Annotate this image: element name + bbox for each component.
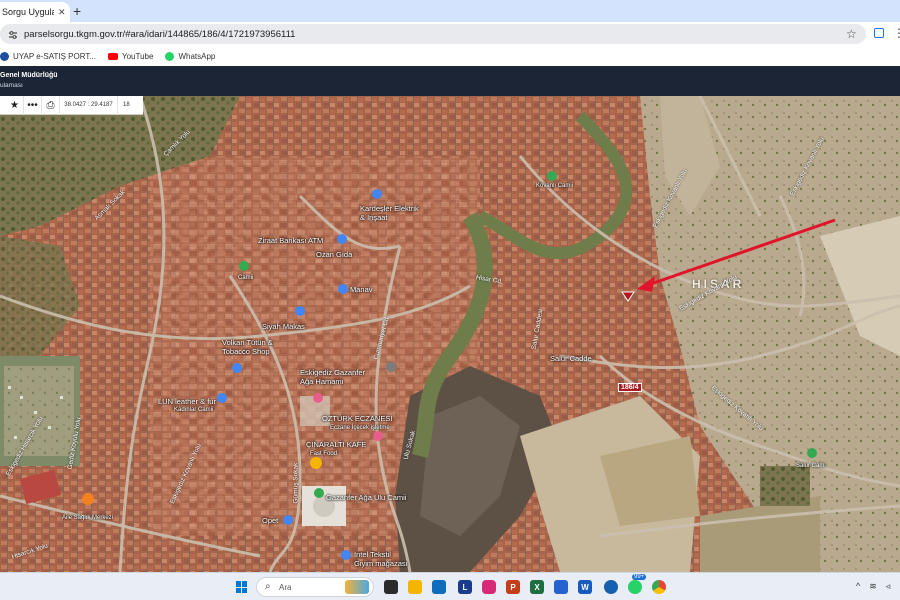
bookmark-label: WhatsApp bbox=[178, 51, 216, 61]
poi-salur-cami[interactable]: Salur Cami bbox=[796, 462, 826, 471]
coordinate-readout: 38.0427 : 29.4187 bbox=[60, 95, 118, 115]
youtube-icon bbox=[108, 52, 118, 60]
todo-icon[interactable] bbox=[554, 580, 568, 594]
poi-opet[interactable]: Opet bbox=[262, 516, 278, 525]
poi-kardesler[interactable]: Kardeşler Elektrik & Inşaat bbox=[360, 204, 419, 222]
powerpoint-icon[interactable]: P bbox=[506, 580, 520, 594]
close-icon[interactable]: ✕ bbox=[58, 7, 66, 18]
url-text: parselsorgu.tkgm.gov.tr/#ara/idari/14486… bbox=[24, 29, 296, 40]
excel-icon[interactable]: X bbox=[530, 580, 544, 594]
bookmark-label: YouTube bbox=[122, 51, 154, 61]
file-explorer-icon[interactable] bbox=[408, 580, 422, 594]
poi-eczane-sub: Eczane İçecek işletme bbox=[330, 425, 390, 431]
zoom-level: 18 bbox=[123, 102, 130, 108]
bookmark-star-icon[interactable]: ☆ bbox=[846, 27, 857, 41]
chevron-up-icon[interactable]: ^ bbox=[856, 581, 860, 592]
windows-taskbar: ⌕ Ara L P X W 99+ ^ ≋ ◃ bbox=[0, 572, 900, 600]
tab-title: Sorgu Uygulamas bbox=[2, 7, 54, 17]
map-imagery bbox=[0, 96, 900, 572]
measure-icon[interactable]: ••• bbox=[24, 95, 42, 115]
whatsapp-icon[interactable] bbox=[628, 580, 642, 594]
chrome-icon[interactable] bbox=[652, 580, 666, 594]
poi-kovanli-camii[interactable]: Kovanlı Camii bbox=[536, 182, 573, 191]
browser-tab[interactable]: Sorgu Uygulamas ✕ bbox=[0, 2, 70, 22]
bookmark-youtube[interactable]: YouTube bbox=[108, 52, 153, 61]
store-icon[interactable] bbox=[432, 580, 446, 594]
gov-app-icon[interactable] bbox=[604, 580, 618, 594]
app-subtitle: ulaması bbox=[0, 82, 23, 89]
poi-ozan-gida[interactable]: Ozan Gıda bbox=[316, 250, 352, 259]
windows-start-icon[interactable] bbox=[236, 581, 248, 593]
poi-manav[interactable]: Manav bbox=[350, 285, 373, 294]
map-toolbar: ★ ••• ⎙ 38.0427 : 29.4187 18 bbox=[0, 95, 143, 115]
lexpera-icon[interactable]: L bbox=[458, 580, 472, 594]
poi-cinaralti-kafe[interactable]: ÇINARALTI KAFE bbox=[306, 440, 366, 449]
instagram-icon[interactable] bbox=[482, 580, 496, 594]
wifi-icon[interactable]: ≋ bbox=[869, 581, 877, 592]
poi-intel-tekstil[interactable]: Intel Tekstil Giyim mağazası bbox=[354, 550, 408, 568]
poi-ulu-camii[interactable]: Gazanfer Ağa Ulu Camii bbox=[326, 493, 406, 502]
browser-toolbar: parselsorgu.tkgm.gov.tr/#ara/idari/14486… bbox=[0, 22, 900, 46]
print-icon[interactable]: ⎙ bbox=[42, 95, 60, 115]
app-header: Genel Müdürlüğü ulaması bbox=[0, 66, 900, 96]
bookmark-uyap[interactable]: UYAP e-SATIŞ PORT... bbox=[0, 51, 96, 61]
street-salur-cadde: Salur Cadde bbox=[550, 354, 592, 363]
poi-gazanfer-hamam[interactable]: Eskigediz Gazanfer Ağa Hamamı bbox=[300, 368, 365, 386]
poi-volkan-tutun[interactable]: Volkan Tütün & Tobacco Shop bbox=[222, 338, 273, 356]
parcel-label[interactable]: 186/4 bbox=[618, 383, 642, 392]
new-tab-button[interactable]: + bbox=[73, 3, 81, 19]
uyap-icon bbox=[0, 51, 9, 61]
street-label: Gümüş Sokak bbox=[292, 462, 300, 504]
poi-kadinlar-camii[interactable]: Kadınlar Camii bbox=[174, 406, 213, 415]
bookmarks-bar: UYAP e-SATIŞ PORT... YouTube WhatsApp bbox=[0, 46, 900, 66]
favorite-star-icon[interactable]: ★ bbox=[6, 95, 24, 115]
notification-badge: 99+ bbox=[632, 574, 647, 580]
menu-icon[interactable]: ⋮ bbox=[893, 26, 900, 40]
poi-ziraat-atm[interactable]: Ziraat Bankası ATM bbox=[258, 236, 323, 245]
search-highlight-icon bbox=[345, 580, 369, 594]
app-org-title: Genel Müdürlüğü bbox=[0, 72, 58, 79]
poi-ozturk-eczanesi[interactable]: ÖZTÜRK ECZANESİ bbox=[322, 414, 392, 423]
browser-tab-strip: Sorgu Uygulamas ✕ + bbox=[0, 0, 900, 22]
extension-icon[interactable] bbox=[874, 28, 884, 38]
taskbar-search[interactable]: ⌕ Ara bbox=[256, 577, 374, 597]
poi-leather-fur[interactable]: LUN leather & fur bbox=[158, 397, 216, 406]
whatsapp-icon bbox=[165, 51, 175, 61]
search-placeholder: Ara bbox=[279, 583, 292, 592]
poi-fast-food: Fast Food bbox=[310, 451, 338, 457]
search-icon: ⌕ bbox=[265, 581, 271, 592]
bookmark-label: UYAP e-SATIŞ PORT... bbox=[13, 51, 96, 61]
poi-aile-sagligi[interactable]: Aile Sağlık Merkezi bbox=[62, 514, 113, 523]
poi-siyah-makas[interactable]: Siyah Makas bbox=[262, 322, 305, 331]
system-tray: ^ ≋ ◃ bbox=[856, 581, 890, 592]
site-info-icon[interactable] bbox=[8, 30, 18, 40]
speaker-icon[interactable]: ◃ bbox=[886, 581, 891, 592]
poi-camii[interactable]: Camii bbox=[238, 274, 253, 283]
bookmark-whatsapp[interactable]: WhatsApp bbox=[165, 51, 216, 61]
task-view-icon[interactable] bbox=[384, 580, 398, 594]
address-bar[interactable]: parselsorgu.tkgm.gov.tr/#ara/idari/14486… bbox=[0, 24, 866, 44]
word-icon[interactable]: W bbox=[578, 580, 592, 594]
satellite-map[interactable]: HISAR 186/4 Kovanlı Camii Kardeşler Elek… bbox=[0, 96, 900, 572]
